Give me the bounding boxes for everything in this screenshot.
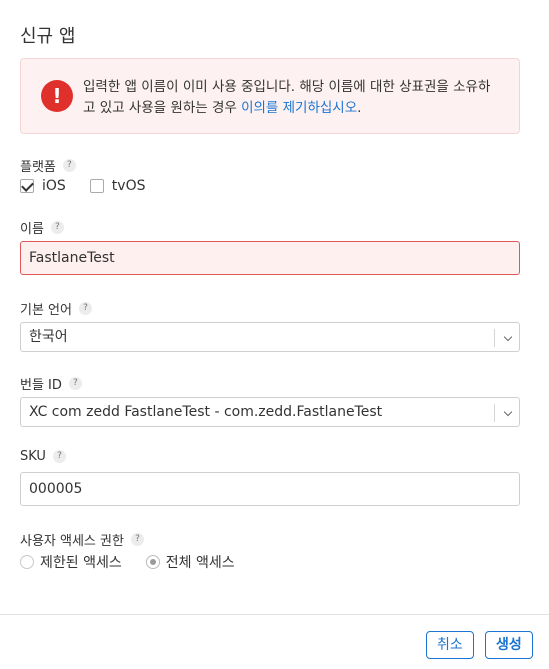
platform-help-icon[interactable]: ?	[62, 159, 76, 172]
footer-divider	[0, 614, 549, 615]
language-label: 기본 언어 ?	[20, 299, 92, 318]
bundle-id-select[interactable]: XC com zedd FastlaneTest - com.zedd.Fast…	[20, 397, 520, 427]
platform-label-text: 플랫폼	[20, 160, 56, 175]
name-taken-alert: ! 입력한 앱 이름이 이미 사용 중입니다. 해당 이름에 대한 상표권을 소…	[20, 58, 520, 134]
name-label: 이름 ?	[20, 218, 64, 237]
alert-message-line1: 입력한 앱 이름이 이미 사용 중입니다. 해당 이름에 대한 상표권을 소유하	[83, 79, 491, 95]
checkbox-checked-icon[interactable]	[20, 179, 34, 193]
select-divider	[494, 329, 495, 347]
alert-message-line2: 고 있고 사용을 원하는 경우	[83, 100, 242, 116]
chevron-down-icon[interactable]	[503, 332, 513, 342]
limited-access-radio[interactable]: 제한된 액세스	[20, 552, 122, 572]
radio-selected-icon[interactable]	[145, 555, 160, 569]
full-access-label: 전체 액세스	[165, 555, 235, 571]
access-help-icon[interactable]: ?	[130, 533, 144, 546]
limited-access-label: 제한된 액세스	[40, 555, 122, 571]
bundle-label: 번들 ID ?	[20, 374, 82, 393]
access-label: 사용자 액세스 권한 ?	[20, 530, 144, 549]
alert-message: 입력한 앱 이름이 이미 사용 중입니다. 해당 이름에 대한 상표권을 소유하…	[83, 77, 503, 119]
select-divider	[494, 404, 495, 422]
chevron-down-icon[interactable]	[503, 407, 513, 417]
create-button[interactable]: 생성	[485, 631, 533, 659]
checkbox-unchecked-icon[interactable]	[89, 179, 104, 193]
language-label-text: 기본 언어	[20, 303, 72, 318]
dispute-link[interactable]: 이의를 제기하십시오	[241, 100, 357, 116]
bundle-id-value: XC com zedd FastlaneTest - com.zedd.Fast…	[29, 404, 383, 420]
access-label-text: 사용자 액세스 권한	[20, 534, 124, 549]
name-label-text: 이름	[20, 222, 44, 237]
platform-options: iOS tvOS	[20, 178, 169, 194]
sku-help-icon[interactable]: ?	[52, 450, 66, 463]
cancel-button[interactable]: 취소	[426, 631, 474, 659]
bundle-help-icon[interactable]: ?	[68, 377, 82, 390]
exclamation-icon: !	[41, 80, 73, 112]
full-access-radio[interactable]: 전체 액세스	[145, 552, 235, 572]
sku-label: SKU ?	[20, 449, 66, 464]
alert-period: .	[357, 100, 362, 116]
language-help-icon[interactable]: ?	[78, 302, 92, 315]
radio-unselected-icon[interactable]	[20, 555, 34, 569]
bundle-label-text: 번들 ID	[20, 378, 62, 393]
platform-tvos-label: tvOS	[111, 178, 146, 194]
dialog-title: 신규 앱	[20, 26, 76, 47]
platform-label: 플랫폼 ?	[20, 156, 76, 175]
sku-input[interactable]: 000005	[20, 472, 520, 506]
app-name-input[interactable]: FastlaneTest	[20, 241, 520, 275]
platform-ios-checkbox[interactable]: iOS	[20, 178, 66, 194]
primary-language-select[interactable]: 한국어	[20, 322, 520, 352]
platform-ios-label: iOS	[42, 178, 66, 194]
name-help-icon[interactable]: ?	[50, 221, 64, 234]
access-options: 제한된 액세스 전체 액세스	[20, 552, 259, 572]
platform-tvos-checkbox[interactable]: tvOS	[89, 178, 146, 194]
primary-language-value: 한국어	[29, 329, 68, 345]
sku-label-text: SKU	[20, 449, 46, 464]
